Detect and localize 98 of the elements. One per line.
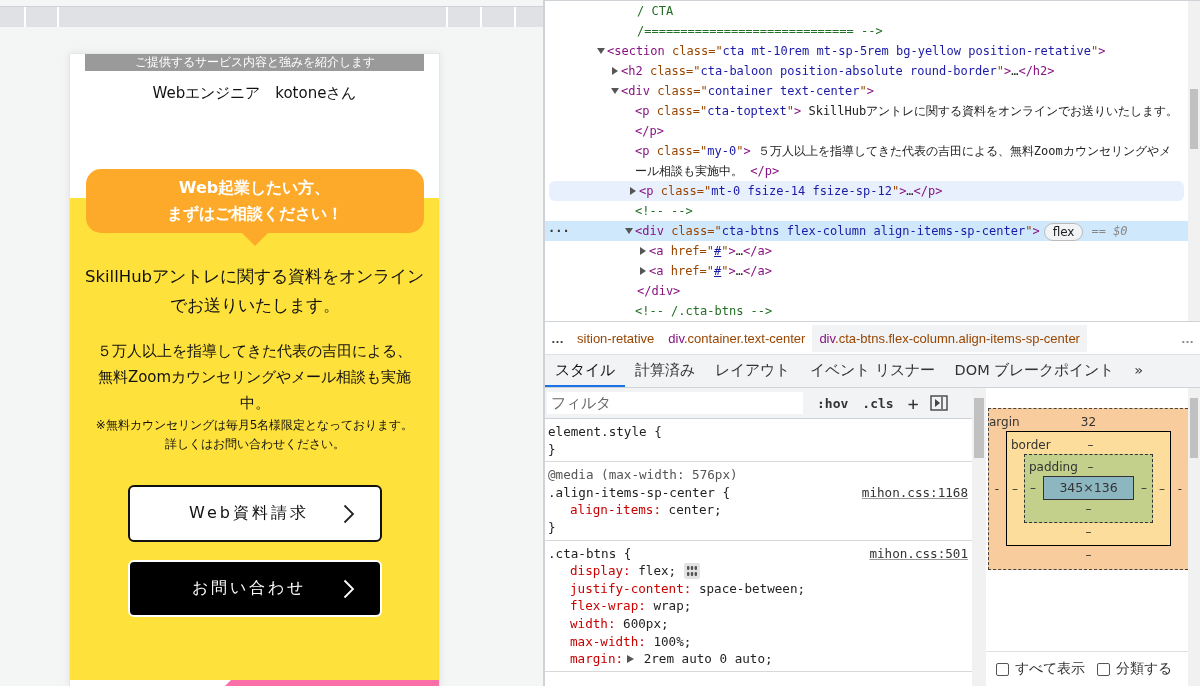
html-comment: <!-- /.cta-btns --> (635, 303, 773, 320)
breadcrumb-overflow[interactable]: … (1175, 330, 1200, 346)
panel-tab[interactable]: DOM ブレークポイント (944, 355, 1125, 387)
panel-tab[interactable]: イベント リスナー (800, 355, 945, 387)
flexbox-editor-icon[interactable] (684, 562, 701, 579)
box-model-value[interactable]: – (1085, 502, 1092, 516)
box-model-label: border (1011, 437, 1052, 454)
box-model-value[interactable]: – (1136, 481, 1152, 495)
expanded-triangle-icon[interactable] (597, 47, 605, 55)
cls-button[interactable]: .cls (862, 395, 894, 411)
html-comment: / CTA (637, 3, 674, 20)
closing-brace: } (548, 440, 556, 459)
dom-tree-row[interactable]: </div> (545, 281, 1188, 301)
closing-brace: } (548, 518, 556, 537)
speech-balloon: Web起業したい方、 まずはご相談ください！ (85, 169, 424, 233)
html-element-code: <a href="#">…</a> (649, 243, 772, 260)
dom-tree-row[interactable]: <p class="mt-0 fsize-14 fsize-sp-12">…</p> (549, 181, 1184, 201)
html-comment: <!-- --> (635, 203, 693, 220)
html-element-code: <div class="container text-center"> (621, 83, 874, 100)
box-model-value[interactable]: - (989, 481, 1005, 496)
dom-tree-row[interactable]: <p class="my-0"> ５万人以上を指導してきた代表の吉田による、無料Zoomカウンセリングやメール相談も実施中。 </p> (545, 141, 1188, 181)
dom-tree-row[interactable]: <h2 class="cta-baloon position-absolute round-border">…</h2> (545, 61, 1188, 81)
sidebar-toggle-icon[interactable] (930, 395, 949, 411)
box-model-value[interactable]: – (1025, 481, 1041, 495)
html-element-code: <a href="#">…</a> (649, 263, 772, 280)
css-declaration: align-items: center; (570, 501, 722, 519)
new-rule-button[interactable]: + (907, 392, 919, 414)
css-declaration: justify-content: space-between; (570, 579, 806, 598)
scrollbar[interactable] (972, 388, 986, 686)
collapsed-triangle-icon[interactable] (629, 187, 637, 195)
filter-field[interactable]: フィルタ (547, 392, 803, 414)
css-declaration: margin: 2rem auto 0 auto; (570, 650, 773, 668)
html-element-code: <h2 class="cta-baloon position-absolute round-border">…</h2> (621, 63, 1055, 80)
hov-button[interactable]: :hov (817, 395, 849, 411)
dom-tree-row[interactable]: <a href="#">…</a> (545, 261, 1188, 281)
panel-tab[interactable]: レイアウト (705, 355, 800, 387)
box-model-label: padding (1029, 459, 1079, 476)
balloon-tail (241, 233, 268, 246)
dom-tree-row[interactable]: <a href="#">…</a> (545, 241, 1188, 261)
css-selector: .cta-btns { (548, 544, 632, 563)
css-selector: element.style { (548, 423, 662, 441)
box-model-value[interactable]: – (1154, 481, 1170, 496)
html-element-code: <div class="cta-btns flex-column align-items-sp-center"> (635, 223, 1040, 240)
cta-button[interactable]: お問い合わせ (127, 560, 382, 617)
box-model-value[interactable]: – (1087, 458, 1094, 476)
dom-tree-row[interactable]: <section class="cta mt-10rem mt-sp-5rem bg-yellow position-retative"> (545, 41, 1188, 61)
chevron-right-icon (342, 503, 355, 524)
media-query-text: @media (max-width: 576px) (548, 466, 738, 484)
breadcrumb-item[interactable]: div.container.text-center (661, 324, 813, 352)
box-model-value[interactable]: - (1172, 481, 1188, 496)
scrollbar[interactable] (1188, 388, 1200, 686)
html-element-code: <p class="mt-0 fsize-14 fsize-sp-12">…</p> (639, 183, 943, 200)
box-model-value[interactable]: – (1007, 481, 1023, 496)
breadcrumb-item[interactable]: div.cta-btns.flex-column.align-items-sp-center (812, 324, 1087, 352)
html-closing-tag: </div> (637, 281, 681, 301)
expanded-triangle-icon[interactable] (611, 87, 619, 95)
source-link[interactable]: mihon.css:1168 (861, 483, 968, 502)
banner-caption: ご提供するサービス内容と強みを紹介します (85, 54, 424, 71)
source-link[interactable]: mihon.css:501 (869, 544, 968, 563)
flex-badge[interactable]: flex (1043, 223, 1084, 241)
profile-name: Webエンジニア kotoneさん (151, 83, 358, 104)
dom-tree-row[interactable]: ··· <div class="cta-btns flex-column align-items-sp-center"> flex == $0 (545, 221, 1188, 241)
collapsed-triangle-icon[interactable] (639, 247, 647, 255)
html-element-code: <p class="my-0"> ５万人以上を指導してきた代表の吉田による、無料Zoomカウンセリングやメール相談も実施中。 </p> (635, 143, 1172, 180)
box-model-label: argin (989, 414, 1021, 431)
more-tabs-button[interactable]: » (1124, 355, 1154, 387)
collapsed-triangle-icon[interactable] (611, 67, 619, 75)
cta-button[interactable]: Web資料請求 (127, 485, 382, 542)
css-declaration: display: flex; (570, 562, 677, 580)
expand-triangle-icon[interactable] (627, 655, 635, 664)
box-model-value[interactable]: 32 (1080, 413, 1097, 431)
note-text: ※無料カウンセリングは毎月5名様限定となっております。 詳しくはお問い合わせください。 (94, 417, 415, 453)
scrollbar[interactable] (1188, 1, 1200, 321)
css-declaration: max-width: 100%; (570, 632, 692, 651)
collapsed-triangle-icon[interactable] (639, 267, 647, 275)
lead-text: SkillHubアントレに関する資料をオンラインでお送りいたします。 (83, 266, 426, 317)
panel-tab[interactable]: 計算済み (625, 355, 705, 387)
breadcrumb-item[interactable]: sition-retative (570, 324, 662, 352)
option-checkbox[interactable]: すべて表示 (996, 660, 1085, 678)
box-model-value[interactable]: – (1085, 525, 1092, 539)
html-comment: /============================= --> (637, 23, 883, 40)
box-model-value[interactable]: – (1085, 548, 1092, 562)
css-declaration: width: 600px; (570, 614, 669, 633)
body-text: ５万人以上を指導してきた代表の吉田による、無料Zoomカウンセリングやメール相談も実施中。 (96, 341, 413, 414)
dom-tree-row[interactable]: <p class="cta-toptext"> SkillHubアントレに関する資料をオンラインでお送りいたします。 </p> (545, 101, 1188, 141)
content-size[interactable]: 345×136 (1043, 476, 1134, 500)
dom-tree-row[interactable]: <div class="container text-center"> (545, 81, 1188, 101)
chevron-right-icon (342, 578, 355, 599)
box-model-value[interactable]: – (1087, 436, 1094, 454)
more-dots[interactable]: ··· (548, 221, 570, 241)
breadcrumb-overflow[interactable]: … (545, 330, 570, 346)
option-checkbox[interactable]: 分類する (1097, 660, 1172, 678)
css-declaration: flex-wrap: wrap; (570, 597, 692, 615)
selected-node-ref: == $0 (1091, 223, 1128, 240)
css-selector: .align-items-sp-center { (548, 483, 730, 502)
html-element-code: <p class="cta-toptext"> SkillHubアントレに関する資料をオンラインでお送りいたします。 </p> (635, 103, 1180, 140)
expanded-triangle-icon[interactable] (625, 227, 633, 235)
html-element-code: <section class="cta mt-10rem mt-sp-5rem bg-yellow position-retative"> (607, 43, 1106, 60)
